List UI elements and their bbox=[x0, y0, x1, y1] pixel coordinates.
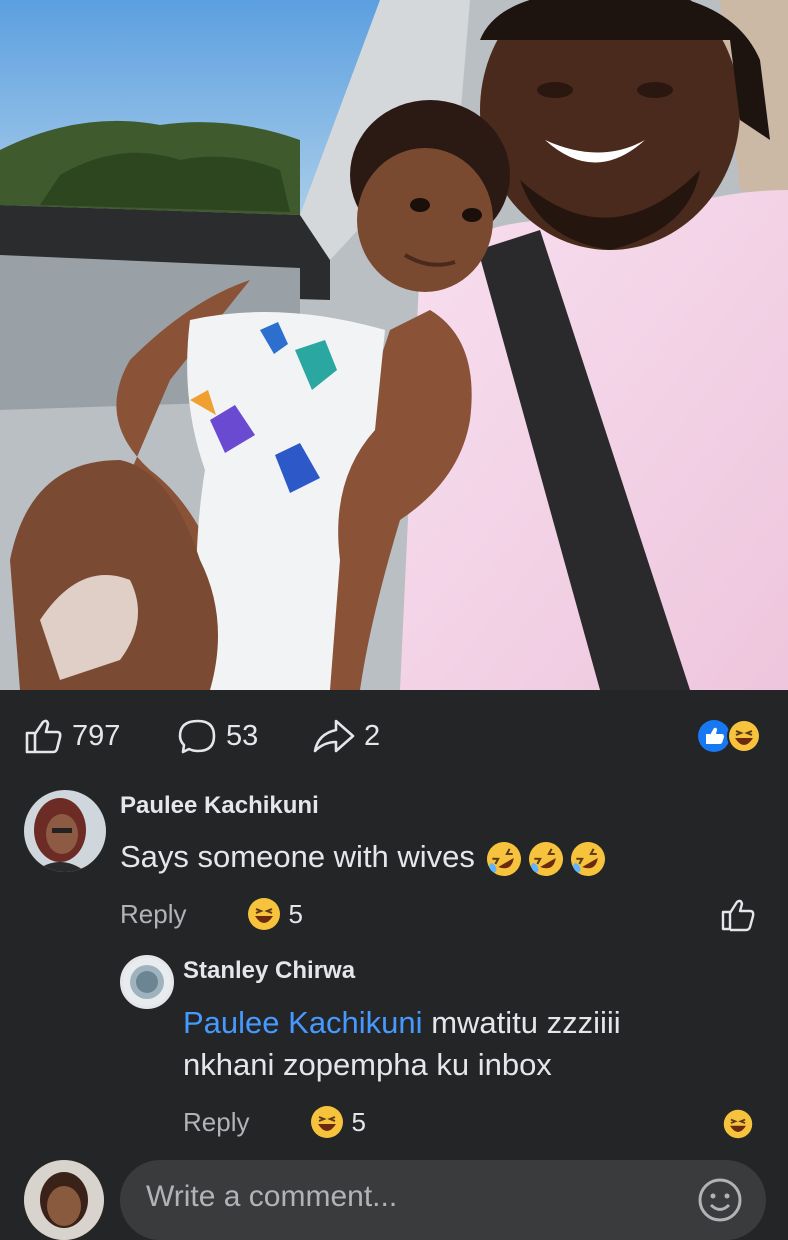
reply-author-avatar[interactable] bbox=[120, 955, 174, 1009]
reply-author[interactable]: Stanley Chirwa bbox=[183, 957, 355, 985]
comment-count: 53 bbox=[226, 719, 259, 752]
mention-link[interactable]: Paulee Kachikuni bbox=[183, 1005, 423, 1040]
reply-text: mwatitu zzziiii bbox=[431, 1005, 621, 1040]
reply-text-line1: Paulee Kachikuni mwatitu zzziiii bbox=[183, 1002, 621, 1044]
post-action-bar: 797 53 2 bbox=[0, 690, 788, 782]
rofl-emoji-icon bbox=[528, 841, 563, 876]
commenter-avatar[interactable] bbox=[24, 790, 106, 872]
like-button[interactable]: 797 bbox=[24, 718, 120, 754]
like-reaction-icon bbox=[698, 720, 730, 752]
reaction-summary[interactable] bbox=[696, 718, 764, 754]
comment-meta: Reply 5 bbox=[120, 896, 303, 932]
comment-reaction-count: 5 bbox=[288, 898, 303, 929]
thumbs-up-icon bbox=[25, 719, 62, 754]
current-user-avatar[interactable] bbox=[24, 1160, 104, 1240]
reply-button[interactable]: Reply bbox=[120, 899, 186, 930]
comment-text: Says someone with wives bbox=[120, 839, 475, 874]
rofl-emoji-icon bbox=[570, 841, 605, 876]
rofl-emoji-icon bbox=[486, 841, 521, 876]
haha-react-button-icon[interactable] bbox=[722, 1108, 754, 1140]
haha-reaction-icon bbox=[727, 719, 761, 753]
profile-photo bbox=[24, 790, 106, 872]
profile-photo bbox=[24, 1160, 104, 1240]
comment-bubble-icon bbox=[178, 719, 216, 754]
comment-text-row: Says someone with wives bbox=[120, 836, 610, 879]
comment-button[interactable]: 53 bbox=[178, 718, 258, 754]
post-photo[interactable] bbox=[0, 0, 788, 690]
rofl-emoji-group bbox=[486, 841, 605, 876]
share-count: 2 bbox=[364, 719, 381, 752]
profile-photo bbox=[123, 958, 171, 1006]
comment-input[interactable]: Write a comment... bbox=[146, 1180, 397, 1214]
reply-reaction-count: 5 bbox=[351, 1106, 366, 1137]
share-arrow-icon bbox=[313, 719, 355, 753]
reply-meta: Reply 5 bbox=[183, 1104, 366, 1140]
emoji-picker-icon[interactable] bbox=[696, 1176, 744, 1224]
haha-emoji-icon[interactable] bbox=[309, 1104, 345, 1140]
share-button[interactable]: 2 bbox=[312, 718, 380, 754]
haha-emoji-icon[interactable] bbox=[246, 896, 282, 932]
reply-text-line2: nkhani zopempha ku inbox bbox=[183, 1047, 552, 1082]
comment-composer[interactable]: Write a comment... bbox=[120, 1160, 766, 1240]
reply-button[interactable]: Reply bbox=[183, 1107, 249, 1138]
photo-scene bbox=[0, 0, 788, 690]
comment-author[interactable]: Paulee Kachikuni bbox=[120, 792, 319, 820]
like-count: 797 bbox=[72, 719, 121, 752]
comment-like-icon[interactable] bbox=[720, 898, 756, 932]
